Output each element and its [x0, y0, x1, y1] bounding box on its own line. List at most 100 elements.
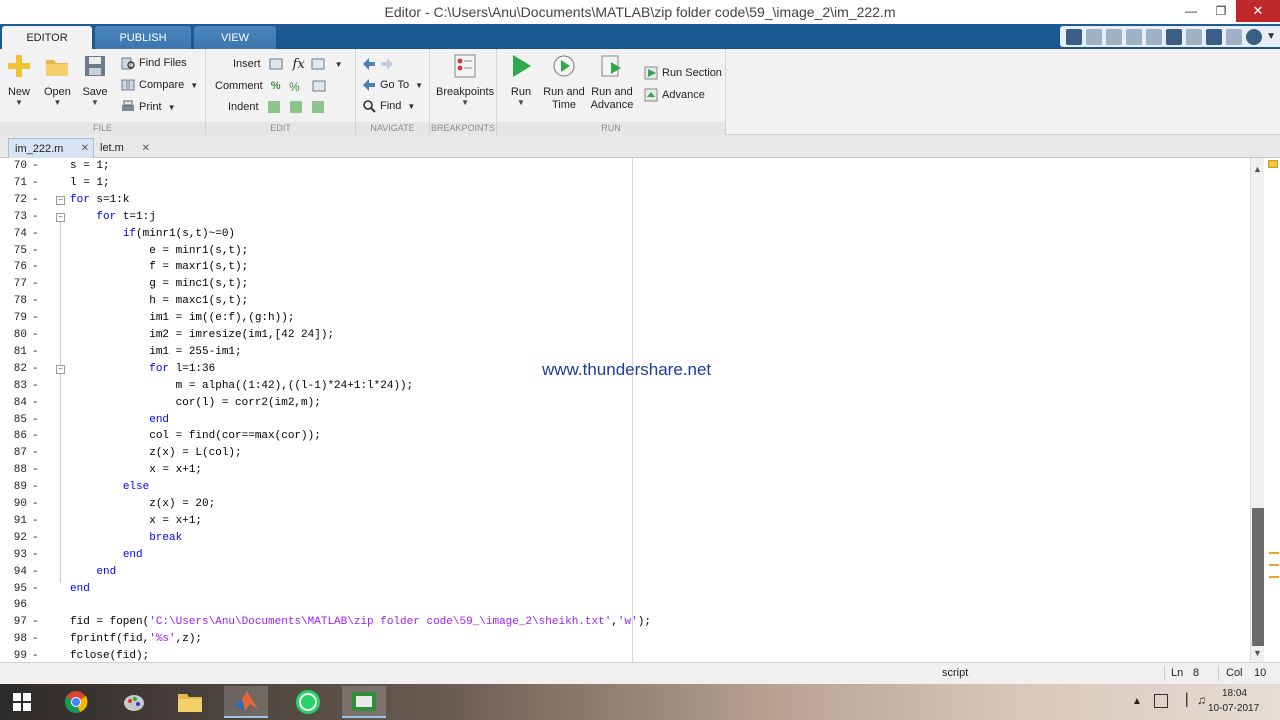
back-forward-buttons[interactable]	[362, 55, 398, 73]
volume-icon[interactable]: ♫	[1197, 693, 1206, 707]
scroll-down-icon[interactable]: ▼	[1253, 648, 1262, 658]
fold-toggle-icon[interactable]: −	[56, 195, 65, 205]
find-files-button[interactable]: Find Files	[121, 54, 187, 72]
executable-line-marker[interactable]: -	[32, 344, 39, 361]
wrap-comments-icon[interactable]	[312, 79, 326, 93]
help-search-icon[interactable]	[1226, 28, 1243, 45]
warning-marker[interactable]	[1269, 564, 1279, 566]
executable-line-marker[interactable]: -	[32, 276, 39, 293]
toolbar-menu-icon[interactable]: ▼	[1266, 31, 1276, 42]
code-line[interactable]: 88- x = x+1;	[0, 462, 1250, 479]
layout-icon[interactable]	[1066, 28, 1083, 45]
print-button[interactable]: Print ▼	[121, 98, 176, 116]
code-line[interactable]: 76- f = maxr1(s,t);	[0, 259, 1250, 276]
executable-line-marker[interactable]: -	[32, 614, 39, 631]
decrease-indent-icon[interactable]	[311, 100, 325, 114]
paint-taskbar-button[interactable]	[112, 686, 156, 718]
close-tab-icon[interactable]: ✕	[142, 143, 150, 154]
executable-line-marker[interactable]: -	[32, 226, 39, 243]
code-line[interactable]: 95- end	[0, 581, 1250, 598]
warning-marker[interactable]	[1269, 576, 1279, 578]
code-line[interactable]: 96	[0, 597, 1250, 614]
file-tab-let[interactable]: let.m ✕	[94, 138, 154, 158]
minimize-button[interactable]: —	[1176, 0, 1206, 22]
executable-line-marker[interactable]: -	[32, 395, 39, 412]
executable-line-marker[interactable]: -	[32, 530, 39, 547]
code-line[interactable]: 94- end	[0, 564, 1250, 581]
executable-line-marker[interactable]: -	[32, 259, 39, 276]
run-and-advance-button[interactable]: Run and Advance	[590, 53, 634, 112]
executable-line-marker[interactable]: -	[32, 243, 39, 260]
executable-line-marker[interactable]: -	[32, 631, 39, 648]
restore-button[interactable]: ❐	[1206, 0, 1236, 22]
code-line[interactable]: 92- break	[0, 530, 1250, 547]
help-icon[interactable]	[1246, 28, 1263, 45]
executable-line-marker[interactable]: -	[32, 479, 39, 496]
warning-marker[interactable]	[1269, 552, 1279, 554]
open-button[interactable]: Open ▼	[44, 53, 71, 107]
executable-line-marker[interactable]: -	[32, 513, 39, 530]
executable-line-marker[interactable]: -	[32, 648, 39, 662]
comment-button[interactable]: Comment % %	[215, 77, 330, 95]
code-line[interactable]: 86- col = find(cor==max(cor));	[0, 428, 1250, 445]
executable-line-marker[interactable]: -	[32, 158, 39, 175]
close-button[interactable]: ✕	[1236, 0, 1280, 22]
advance-button[interactable]: Advance	[644, 86, 705, 104]
vertical-scrollbar[interactable]: ▲ ▼	[1250, 158, 1264, 662]
code-line[interactable]: 80- im2 = imresize(im1,[42 24]);	[0, 327, 1250, 344]
code-line[interactable]: 72- − for s=1:k	[0, 192, 1250, 209]
close-tab-icon[interactable]: ✕	[81, 143, 89, 154]
new-button[interactable]: New ▼	[6, 53, 32, 107]
matlab-taskbar-button[interactable]	[224, 686, 268, 718]
indent-button[interactable]: Indent	[228, 98, 329, 116]
paste-icon[interactable]	[1146, 28, 1163, 45]
code-line[interactable]: 79- im1 = im((e:f),(g:h));	[0, 310, 1250, 327]
executable-line-marker[interactable]: -	[32, 361, 39, 378]
executable-line-marker[interactable]: -	[32, 581, 39, 598]
function-fx-icon[interactable]: fx	[293, 57, 305, 72]
warning-indicator-icon[interactable]	[1268, 160, 1278, 168]
code-line[interactable]: 81- im1 = 255-im1;	[0, 344, 1250, 361]
executable-line-marker[interactable]: -	[32, 209, 39, 226]
executable-line-marker[interactable]: -	[32, 192, 39, 209]
fold-toggle-icon[interactable]: −	[56, 364, 65, 374]
tab-publish[interactable]: PUBLISH	[95, 26, 191, 49]
find-button[interactable]: Find ▼	[362, 97, 415, 115]
code-line[interactable]: 87- z(x) = L(col);	[0, 445, 1250, 462]
code-line[interactable]: 74- if(minr1(s,t)~=0)	[0, 226, 1250, 243]
code-editor[interactable]: 70- s = 1; 71- l = 1; 72- − for s=1:k 73- − for …	[0, 158, 1250, 662]
insert-button[interactable]: Insert fx ▼	[233, 55, 343, 73]
executable-line-marker[interactable]: -	[32, 175, 39, 192]
camtasia-taskbar-button[interactable]	[342, 686, 386, 718]
clock-time[interactable]: 18:04	[1222, 688, 1247, 699]
code-line[interactable]: 97- fid = fopen('C:\Users\Anu\Documents\M…	[0, 614, 1250, 631]
executable-line-marker[interactable]: -	[32, 445, 39, 462]
code-line[interactable]: 75- e = minr1(s,t);	[0, 243, 1250, 260]
switch-windows-icon[interactable]	[1206, 28, 1223, 45]
insert-function-icon[interactable]	[311, 57, 325, 71]
code-line[interactable]: 77- g = minc1(s,t);	[0, 276, 1250, 293]
chrome-taskbar-button[interactable]	[54, 686, 98, 718]
comment-percent-icon[interactable]: %	[271, 80, 281, 92]
code-line[interactable]: 71- l = 1;	[0, 175, 1250, 192]
go-to-button[interactable]: Go To ▼	[362, 76, 423, 94]
run-button[interactable]: Run ▼	[508, 53, 534, 107]
code-line[interactable]: 89- else	[0, 479, 1250, 496]
code-line[interactable]: 85- end	[0, 412, 1250, 429]
run-section-button[interactable]: Run Section	[644, 64, 722, 82]
code-line[interactable]: 91- x = x+1;	[0, 513, 1250, 530]
copy-icon[interactable]	[1126, 28, 1143, 45]
code-line[interactable]: 99- fclose(fid);	[0, 648, 1250, 662]
scroll-up-icon[interactable]: ▲	[1253, 164, 1262, 174]
code-line[interactable]: 98- fprintf(fid,'%s',z);	[0, 631, 1250, 648]
executable-line-marker[interactable]: -	[32, 428, 39, 445]
start-button[interactable]	[0, 686, 44, 718]
breakpoints-button[interactable]: Breakpoints ▼	[436, 53, 494, 107]
undo-icon[interactable]	[1166, 28, 1183, 45]
uncomment-icon[interactable]: %	[288, 79, 302, 93]
smart-indent-icon[interactable]	[267, 100, 281, 114]
executable-line-marker[interactable]: -	[32, 547, 39, 564]
executable-line-marker[interactable]: -	[32, 327, 39, 344]
whatsapp-taskbar-button[interactable]	[286, 686, 330, 718]
save-quick-icon[interactable]	[1086, 28, 1103, 45]
